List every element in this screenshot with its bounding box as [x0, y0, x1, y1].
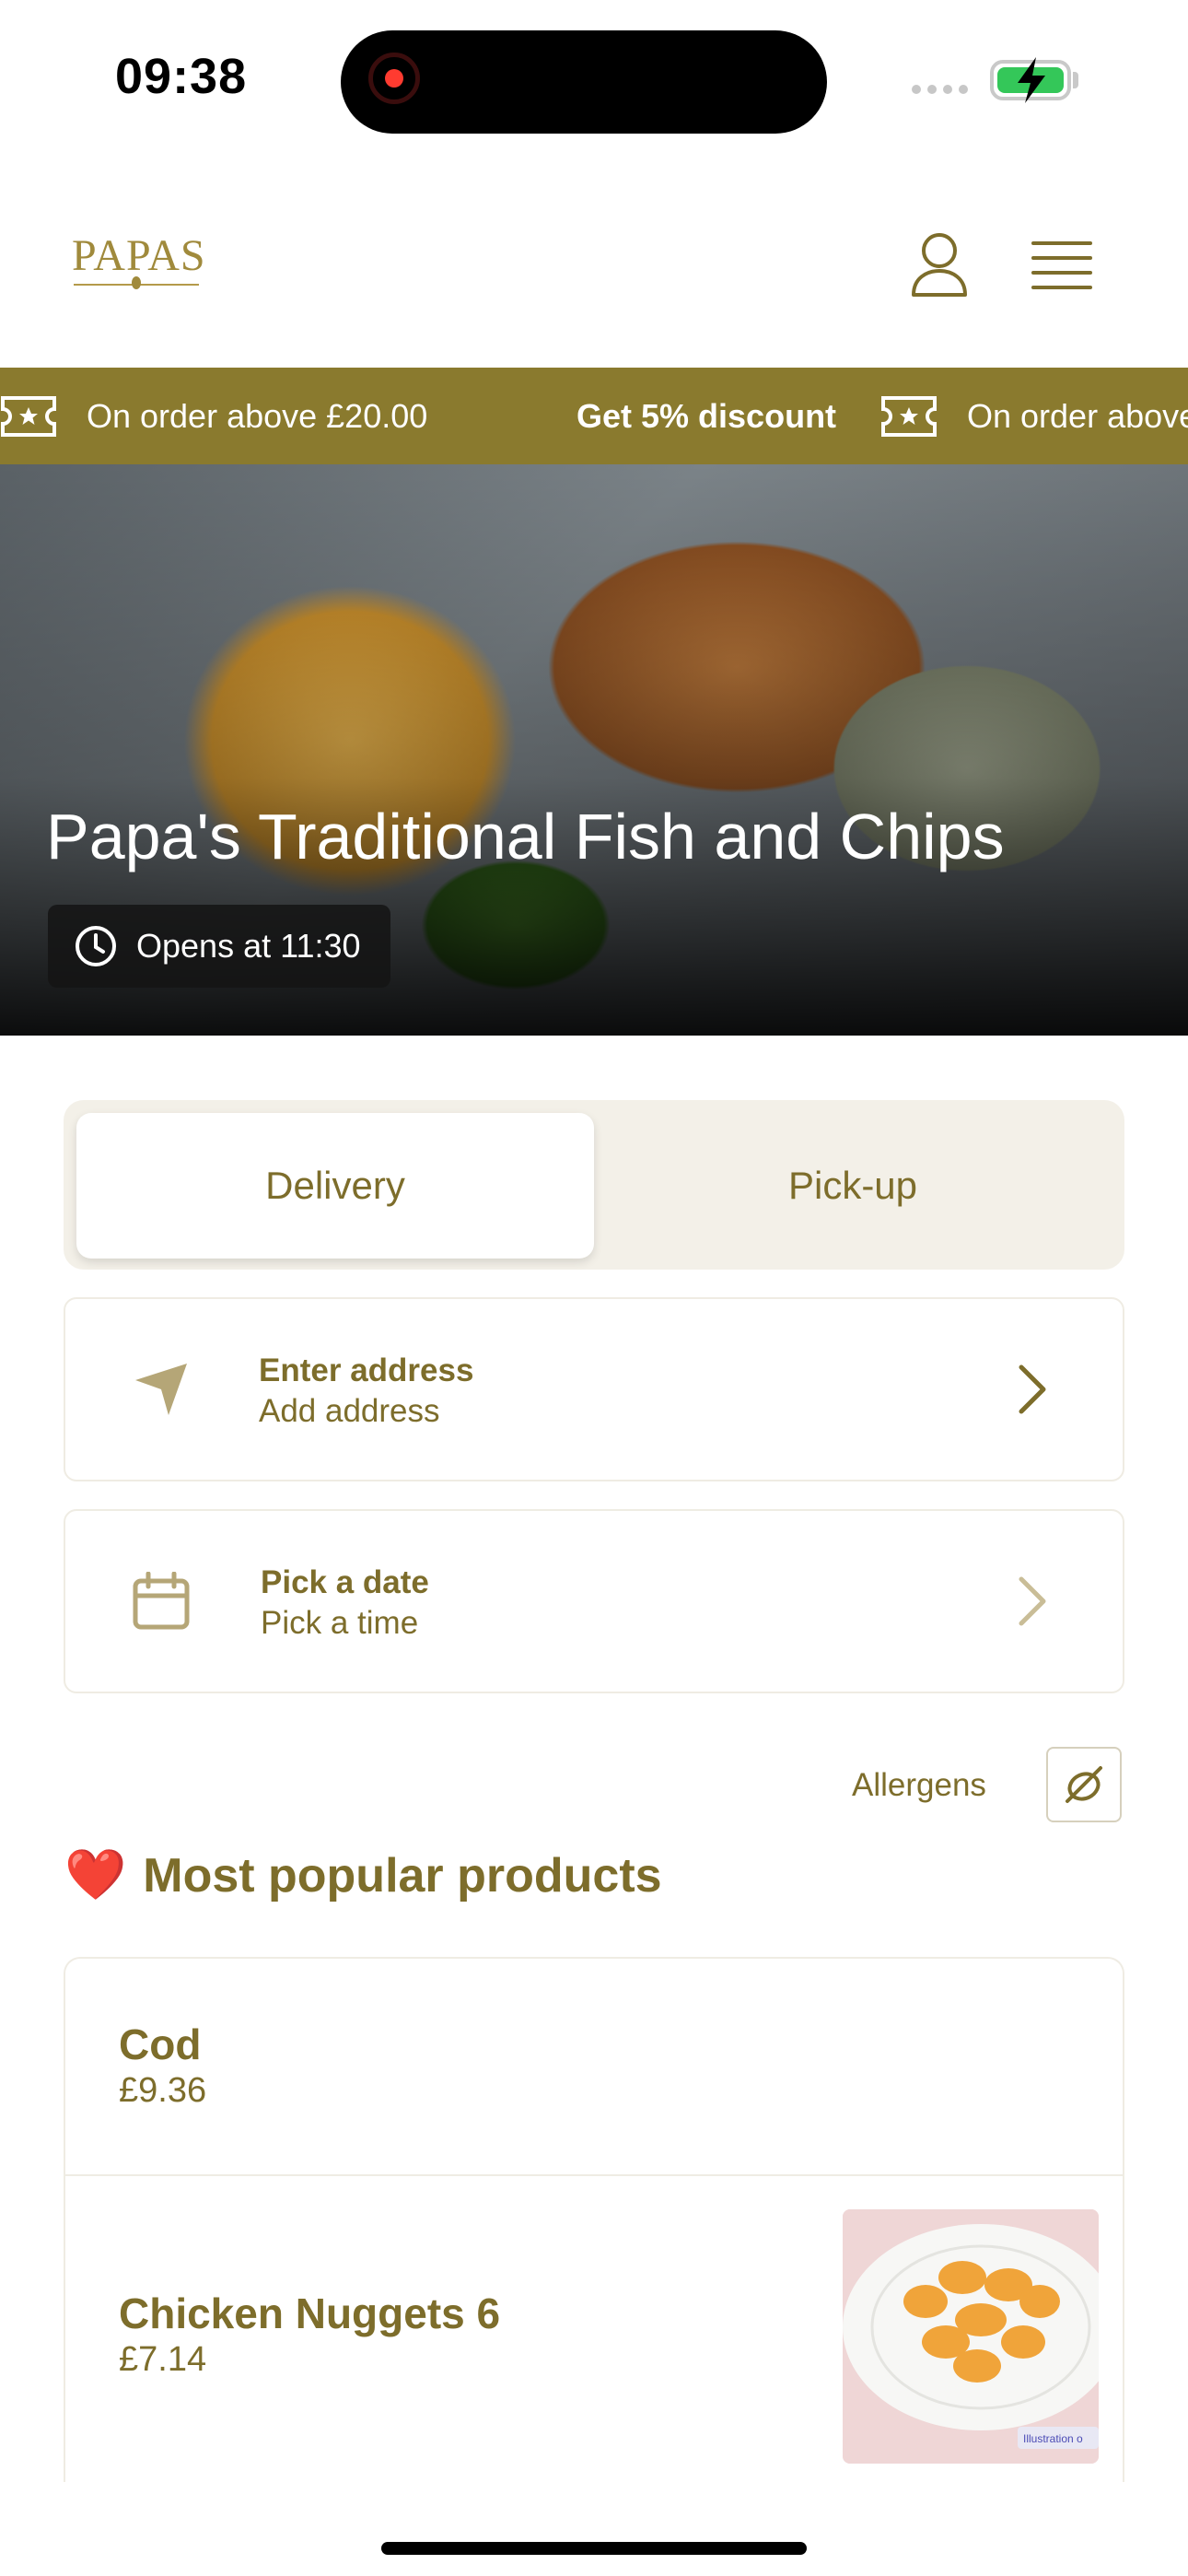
cellular-signal-icon	[912, 85, 968, 94]
tab-delivery[interactable]: Delivery	[76, 1113, 594, 1259]
image-caption: Illustration o	[1023, 2432, 1083, 2445]
recording-indicator-icon	[368, 53, 420, 104]
heart-emoji-icon: ❤️	[64, 1847, 127, 1903]
promo-discount-text: Get 5% discount	[577, 396, 837, 435]
tab-pickup[interactable]: Pick-up	[594, 1113, 1112, 1259]
product-name: Chicken Nuggets 6	[119, 2289, 501, 2337]
date-time-card[interactable]: Pick a date Pick a time	[64, 1509, 1124, 1693]
user-account-icon[interactable]	[910, 232, 969, 299]
chevron-right-icon	[1019, 1576, 1046, 1626]
ticket-icon	[881, 396, 937, 437]
address-card-title: Enter address	[259, 1352, 474, 1388]
calendar-icon	[133, 1572, 190, 1630]
location-arrow-icon	[135, 1364, 187, 1415]
allergens-button[interactable]	[1046, 1747, 1122, 1822]
hamburger-menu-icon[interactable]	[1031, 241, 1092, 289]
date-card-title: Pick a date	[261, 1564, 429, 1600]
chevron-right-icon	[1019, 1364, 1046, 1414]
promo-text: On order above £20.00	[967, 396, 1188, 435]
battery-cap	[1073, 72, 1078, 88]
section-title-most-popular: ❤️ Most popular products	[64, 1846, 662, 1904]
product-price: £9.36	[119, 2071, 207, 2110]
product-divider	[64, 2174, 1124, 2176]
logo-mark	[132, 276, 141, 289]
nuggets-plate-illustration: Illustration o	[843, 2209, 1099, 2464]
date-card-subtitle: Pick a time	[261, 1605, 419, 1641]
allergen-filter-icon	[1066, 1766, 1102, 1803]
brand-logo[interactable]: PAPAS	[72, 230, 205, 281]
ticket-icon	[1, 396, 56, 437]
chicken-nuggets-image[interactable]: Illustration o	[843, 2209, 1099, 2464]
product-price: £7.14	[119, 2340, 207, 2379]
allergens-label[interactable]: Allergens	[852, 1767, 986, 1804]
section-title-text: Most popular products	[143, 1848, 662, 1903]
home-indicator[interactable]	[381, 2542, 807, 2555]
charging-bolt-icon	[1018, 57, 1045, 103]
product-name: Cod	[119, 2020, 202, 2068]
opens-at-text: Opens at 11:30	[136, 927, 361, 965]
product-item-cod[interactable]: Cod £9.36	[65, 1959, 1123, 2176]
promo-text: On order above £20.00	[87, 396, 428, 435]
promo-banner: On order above £20.00 Get 5% discount On…	[0, 368, 1188, 464]
status-time: 09:38	[115, 49, 248, 104]
restaurant-title: Papa's Traditional Fish and Chips	[46, 801, 1005, 872]
clock-icon	[76, 926, 116, 966]
address-card-subtitle: Add address	[259, 1393, 440, 1429]
address-card[interactable]: Enter address Add address	[64, 1297, 1124, 1481]
opening-hours-badge: Opens at 11:30	[48, 905, 390, 988]
